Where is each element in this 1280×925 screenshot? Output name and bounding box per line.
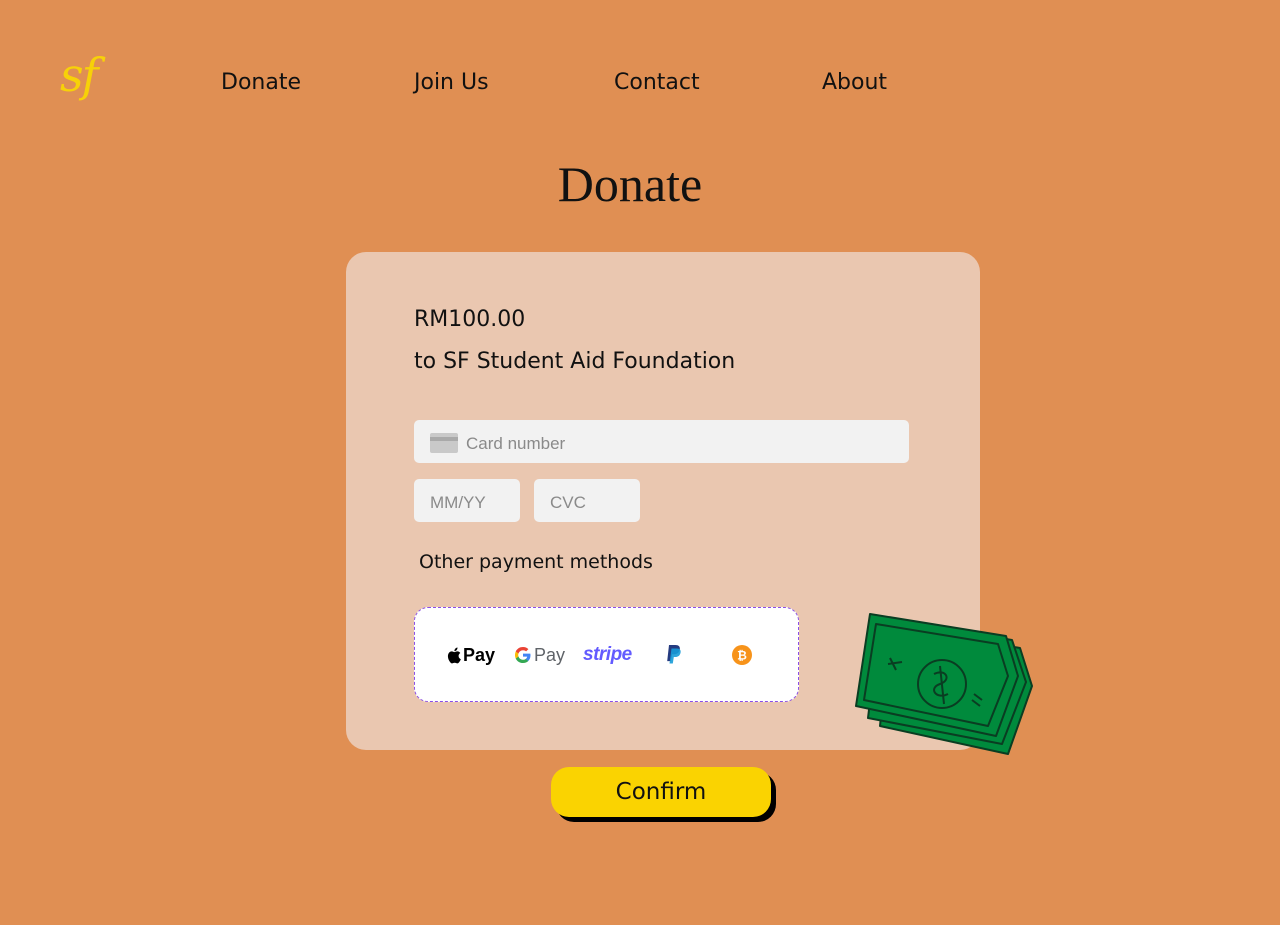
donation-amount: RM100.00 xyxy=(414,307,526,332)
cvc-input[interactable] xyxy=(550,492,640,513)
donation-recipient: to SF Student Aid Foundation xyxy=(414,349,736,374)
google-pay-button[interactable]: Pay xyxy=(515,644,565,666)
google-pay-label: Pay xyxy=(534,644,566,665)
nav-item-about[interactable]: About xyxy=(822,70,887,96)
stripe-button[interactable]: stripe xyxy=(583,644,632,666)
nav-item-donate[interactable]: Donate xyxy=(221,70,301,96)
confirm-button[interactable]: Confirm xyxy=(551,767,771,817)
bitcoin-icon: ₿ xyxy=(732,645,752,665)
nav-item-join-us[interactable]: Join Us xyxy=(414,70,489,96)
brand-logo[interactable]: sf xyxy=(60,52,99,98)
payment-methods-box: Pay Pay stripe ₿ xyxy=(414,607,799,702)
apple-pay-button[interactable]: Pay xyxy=(447,644,495,666)
google-g-icon xyxy=(515,647,531,663)
cvc-field[interactable] xyxy=(534,479,640,522)
apple-icon xyxy=(447,647,461,663)
expiry-field[interactable] xyxy=(414,479,520,522)
money-bills-illustration xyxy=(855,613,1033,755)
paypal-button[interactable] xyxy=(665,644,683,666)
svg-text:₿: ₿ xyxy=(737,649,747,663)
paypal-icon xyxy=(667,645,681,664)
nav-item-contact[interactable]: Contact xyxy=(614,70,700,96)
bitcoin-button[interactable]: ₿ xyxy=(732,644,752,666)
expiry-input[interactable] xyxy=(430,492,520,513)
apple-pay-label: Pay xyxy=(463,644,496,665)
card-number-field[interactable] xyxy=(414,420,909,463)
card-number-input[interactable] xyxy=(466,433,909,454)
stripe-logo: stripe xyxy=(583,644,632,665)
credit-card-icon xyxy=(430,432,458,453)
other-payment-methods-label: Other payment methods xyxy=(419,551,653,573)
page-title: Donate xyxy=(557,156,703,212)
